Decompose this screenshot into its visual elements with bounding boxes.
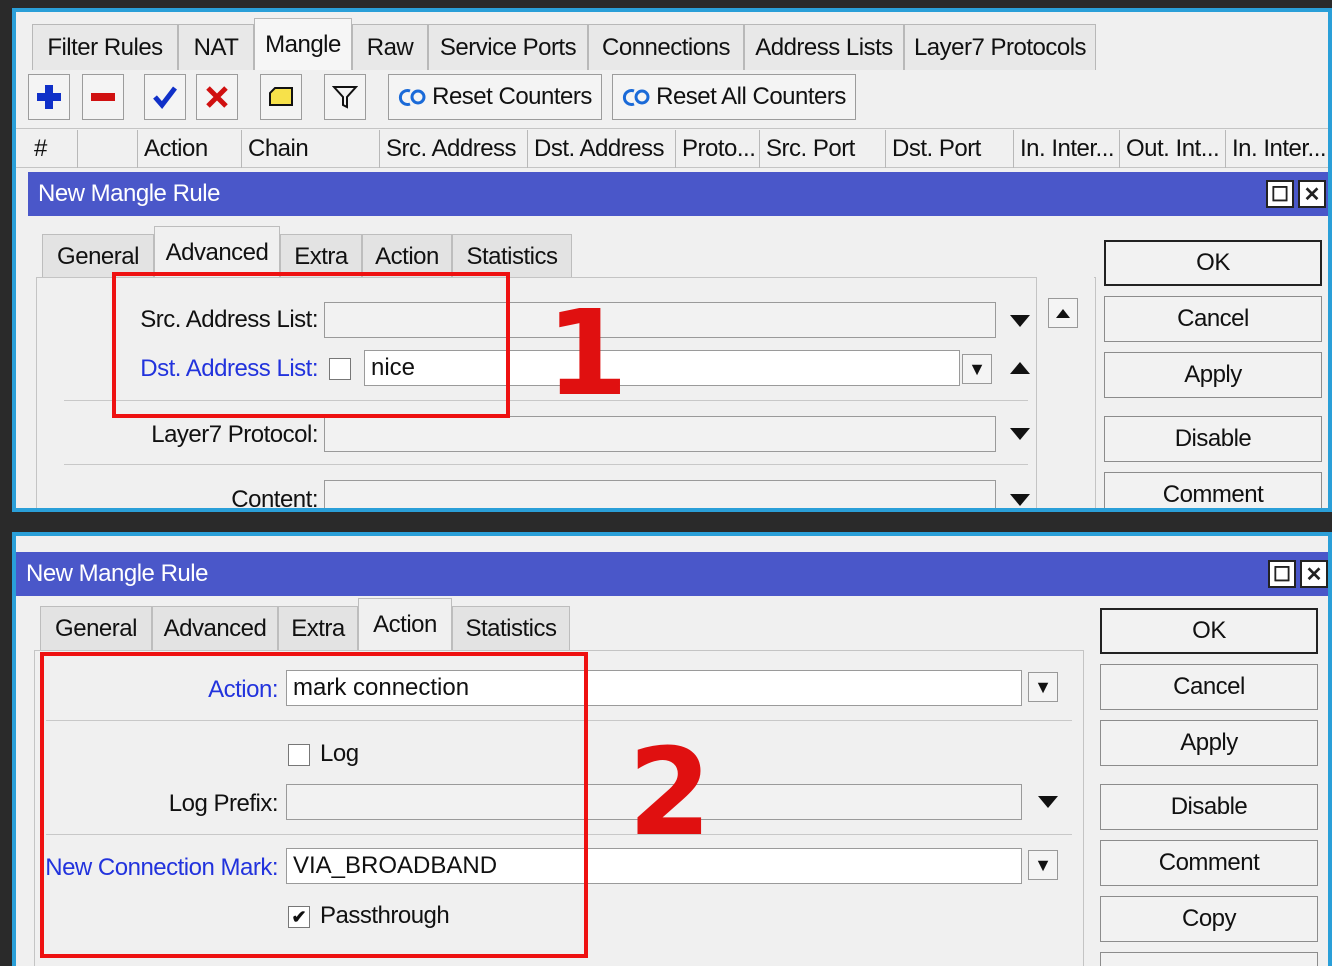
note-icon	[269, 87, 293, 106]
tab-layer7-protocols[interactable]: Layer7 Protocols	[904, 24, 1096, 70]
copy-button[interactable]: Copy	[1100, 896, 1318, 942]
dialog-title: New Mangle Rule	[16, 552, 1328, 596]
content-field[interactable]	[324, 480, 996, 508]
disable-button-dialog[interactable]: Disable	[1100, 784, 1318, 830]
bottom-screenshot-panel: New Mangle Rule ☐ ✕ General Advanced Ext…	[12, 532, 1332, 966]
plus-icon	[37, 85, 61, 109]
dropdown-arrow-icon[interactable]	[1010, 428, 1030, 440]
remove-button-dialog[interactable]	[1100, 952, 1318, 966]
layer7-protocol-label: Layer7 Protocol:	[151, 421, 318, 448]
disable-button-dialog[interactable]: Disable	[1104, 416, 1322, 462]
dropdown-arrow-icon[interactable]	[1010, 315, 1030, 327]
column-header-dst-address[interactable]: Dst. Address	[528, 130, 676, 168]
checkmark-icon	[153, 86, 177, 109]
dropdown-list-button[interactable]: ▼	[1028, 850, 1058, 880]
tab-address-lists[interactable]: Address Lists	[744, 24, 904, 70]
filter-button[interactable]	[324, 74, 366, 120]
column-header-blank[interactable]	[78, 130, 138, 168]
dialog-tab-advanced[interactable]: Advanced	[152, 606, 278, 650]
column-header-protocol[interactable]: Proto...	[676, 130, 760, 168]
close-icon[interactable]: ✕	[1300, 560, 1328, 588]
dropdown-arrow-icon[interactable]	[1010, 494, 1030, 506]
cancel-button[interactable]: Cancel	[1104, 296, 1322, 342]
ok-button[interactable]: OK	[1100, 608, 1318, 654]
add-button[interactable]	[28, 74, 70, 120]
x-icon	[206, 86, 228, 108]
apply-button[interactable]: Apply	[1100, 720, 1318, 766]
column-header-in-interface[interactable]: In. Inter...	[1014, 130, 1120, 168]
top-screenshot-panel: Filter Rules NAT Mangle Raw Service Port…	[12, 8, 1332, 512]
disable-button[interactable]	[196, 74, 238, 120]
tab-raw[interactable]: Raw	[352, 24, 428, 70]
collapse-arrow-icon[interactable]	[1010, 362, 1030, 374]
dialog-tab-statistics[interactable]: Statistics	[452, 606, 570, 650]
scroll-up-button[interactable]	[1048, 298, 1078, 328]
column-header-number[interactable]: #	[28, 130, 78, 168]
tab-mangle[interactable]: Mangle	[254, 18, 352, 70]
reset-counters-label: Reset Counters	[432, 83, 592, 110]
dialog-tab-extra[interactable]: Extra	[278, 606, 358, 650]
tab-service-ports[interactable]: Service Ports	[428, 24, 588, 70]
highlight-box-2	[40, 652, 588, 958]
column-header-dst-port[interactable]: Dst. Port	[886, 130, 1014, 168]
column-header-out-interface[interactable]: Out. Int...	[1120, 130, 1226, 168]
annotation-number-2: 2	[628, 724, 712, 863]
layer7-protocol-field[interactable]	[324, 416, 996, 452]
dropdown-list-button[interactable]: ▼	[962, 354, 992, 384]
remove-button[interactable]	[82, 74, 124, 120]
tab-filter-rules[interactable]: Filter Rules	[32, 24, 178, 70]
separator	[64, 464, 1028, 465]
filter-icon	[332, 86, 358, 109]
enable-button[interactable]	[144, 74, 186, 120]
apply-button[interactable]: Apply	[1104, 352, 1322, 398]
content-label: Content:	[231, 486, 318, 512]
close-icon[interactable]: ✕	[1298, 180, 1326, 208]
column-header-chain[interactable]: Chain	[242, 130, 380, 168]
reset-icon	[623, 89, 650, 106]
reset-all-counters-button[interactable]: Reset All Counters	[612, 74, 856, 120]
annotation-number-1: 1	[546, 284, 629, 422]
reset-counters-button[interactable]: Reset Counters	[388, 74, 602, 120]
column-header-src-address[interactable]: Src. Address	[380, 130, 528, 168]
column-header-in-interface-list[interactable]: In. Inter...	[1226, 130, 1328, 168]
dropdown-list-button[interactable]: ▼	[1028, 672, 1058, 702]
tab-connections[interactable]: Connections	[588, 24, 744, 70]
minus-icon	[91, 93, 115, 101]
dialog-tab-action[interactable]: Action	[358, 598, 452, 650]
reset-all-counters-label: Reset All Counters	[656, 83, 846, 110]
column-header-src-port[interactable]: Src. Port	[760, 130, 886, 168]
maximize-icon[interactable]: ☐	[1268, 560, 1296, 588]
comment-button[interactable]	[260, 74, 302, 120]
maximize-icon[interactable]: ☐	[1266, 180, 1294, 208]
dropdown-arrow-icon[interactable]	[1038, 796, 1058, 808]
ok-button[interactable]: OK	[1104, 240, 1322, 286]
dialog-tab-advanced[interactable]: Advanced	[154, 226, 280, 278]
dialog-tab-general[interactable]: General	[40, 606, 152, 650]
tab-nat[interactable]: NAT	[178, 24, 254, 70]
comment-button-dialog[interactable]: Comment	[1100, 840, 1318, 886]
reset-icon	[399, 89, 426, 106]
comment-button-dialog[interactable]: Comment	[1104, 472, 1322, 508]
column-header-action[interactable]: Action	[138, 130, 242, 168]
highlight-box-1	[112, 272, 510, 418]
cancel-button[interactable]: Cancel	[1100, 664, 1318, 710]
dialog-title: New Mangle Rule	[28, 172, 1328, 216]
